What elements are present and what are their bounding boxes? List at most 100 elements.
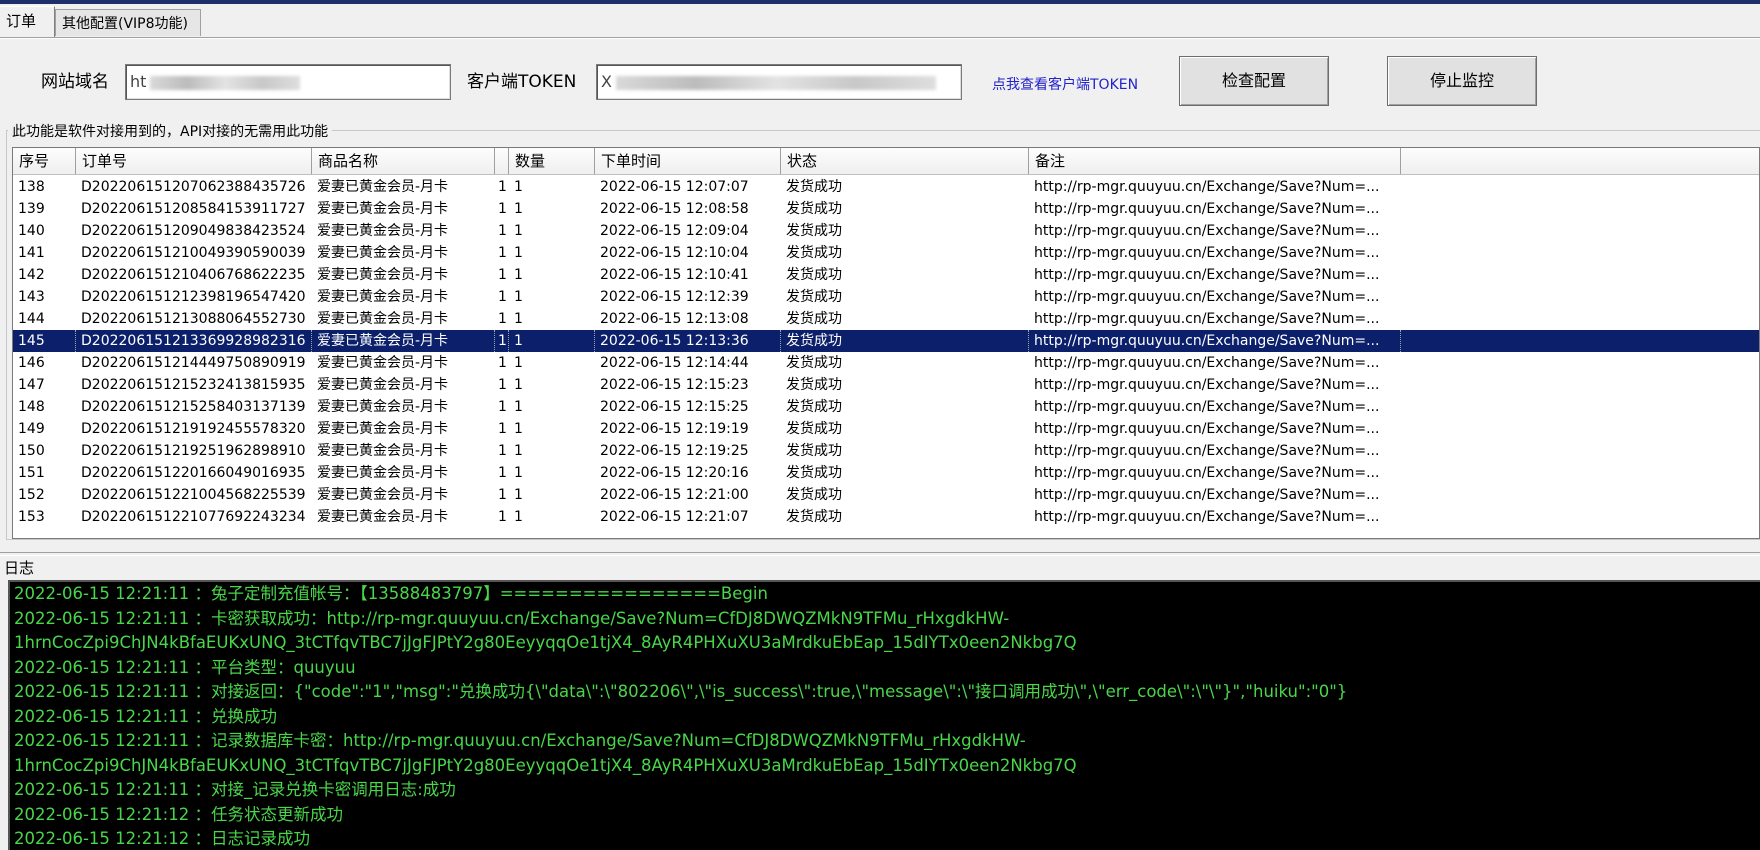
- redacted-mask: [150, 75, 301, 90]
- window-top-border: [0, 0, 1760, 4]
- table-cell: 发货成功: [786, 399, 842, 415]
- log-line: 2022-06-15 12:21:12 ：任务状态更新成功: [14, 804, 343, 824]
- table-cell: http://rp-mgr.quuyuu.cn/Exchange/Save?Nu…: [1034, 289, 1380, 305]
- table-cell: 发货成功: [786, 289, 842, 305]
- table-cell: 1: [514, 179, 523, 195]
- table-cell: 发货成功: [786, 487, 842, 503]
- table-cell: 1: [498, 355, 507, 371]
- table-row[interactable]: 149 D20220615121919245557832​0 爱妻已黄金会员-月卡 1…: [13, 418, 1759, 440]
- table-cell: D20220615121925196289891​0: [81, 443, 306, 459]
- log-line: 2022-06-15 12:21:11 ：记录数据库卡密：http://rp-m…: [14, 731, 1026, 750]
- table-cell: 2022-06-15 12:20:16: [600, 465, 749, 481]
- table-cell: 1: [498, 487, 507, 503]
- table-cell: 1: [514, 223, 523, 239]
- table-cell: 2022-06-15 12:15:23: [600, 377, 749, 393]
- table-cell: D20220615121336992898231​6: [76, 330, 312, 352]
- domain-label: 网站域名: [41, 72, 109, 92]
- column-header-remark[interactable]: 备注: [1029, 148, 1401, 174]
- table-cell: 139: [18, 201, 45, 217]
- column-header-seq[interactable]: 序号: [13, 148, 76, 174]
- table-row[interactable]: 144 D20220615121308806455273​0 爱妻已黄金会员-月卡 1…: [13, 308, 1759, 330]
- table-cell: 爱妻已黄金会员-月卡: [317, 509, 449, 525]
- table-row[interactable]: 151 D20220615122016604901693​5 爱妻已黄金会员-月卡 1…: [13, 462, 1759, 484]
- table-row[interactable]: 150 D20220615121925196289891​0 爱妻已黄金会员-月卡 1…: [13, 440, 1759, 462]
- table-row[interactable]: 145 D20220615121336992898231​6 爱妻已黄金会员-月卡 1…: [13, 330, 1759, 352]
- table-row[interactable]: 148 D20220615121525840313713​9 爱妻已黄金会员-月卡 1…: [13, 396, 1759, 418]
- table-cell: 爱妻已黄金会员-月卡: [317, 487, 449, 503]
- table-row[interactable]: 142 D20220615121040676862223​5 爱妻已黄金会员-月卡 1…: [13, 264, 1759, 286]
- table-cell: D20220615122016604901693​5: [81, 465, 306, 481]
- table-cell: 2022-06-15 12:13:08: [600, 311, 749, 327]
- table-cell: D20220615121444975089091​9: [81, 355, 306, 371]
- table-cell: 1: [498, 245, 507, 261]
- table-cell: 2022-06-15 12:07:07: [600, 179, 749, 195]
- table-cell: http://rp-mgr.quuyuu.cn/Exchange/Save?Nu…: [1029, 330, 1401, 352]
- check-config-button[interactable]: 检查配置: [1179, 56, 1329, 106]
- table-cell: D20220615122100456822553​9: [81, 487, 306, 503]
- table-cell: 1: [498, 509, 507, 525]
- column-header-time[interactable]: 下单时间: [595, 148, 781, 174]
- table-row[interactable]: 141 D20220615121004939059003​9 爱妻已黄金会员-月卡 1…: [13, 242, 1759, 264]
- domain-input[interactable]: ht: [125, 64, 451, 100]
- table-cell: 爱妻已黄金会员-月卡: [317, 179, 449, 195]
- table-row[interactable]: 147 D20220615121523241381593​5 爱妻已黄金会员-月卡 1…: [13, 374, 1759, 396]
- table-cell: 2022-06-15 12:08:58: [600, 201, 749, 217]
- table-cell: 发货成功: [786, 421, 842, 437]
- column-header-product[interactable]: 商品名称: [312, 148, 495, 174]
- table-cell: 1: [498, 399, 507, 415]
- table-cell: 发货成功: [786, 509, 842, 525]
- table-cell: http://rp-mgr.quuyuu.cn/Exchange/Save?Nu…: [1034, 311, 1380, 327]
- table-cell: http://rp-mgr.quuyuu.cn/Exchange/Save?Nu…: [1034, 487, 1380, 503]
- log-line: 2022-06-15 12:21:11 ：对接_记录兑换卡密调用日志:成功: [14, 780, 456, 799]
- table-cell: 爱妻已黄金会员-月卡: [317, 267, 449, 283]
- table-row[interactable]: 146 D20220615121444975089091​9 爱妻已黄金会员-月卡 1…: [13, 352, 1759, 374]
- table-cell: http://rp-mgr.quuyuu.cn/Exchange/Save?Nu…: [1034, 245, 1380, 261]
- table-row[interactable]: 152 D20220615122100456822553​9 爱妻已黄金会员-月卡 1…: [13, 484, 1759, 506]
- table-cell: 1: [514, 509, 523, 525]
- table-cell: 152: [18, 487, 45, 503]
- tab-other-config[interactable]: 其他配置(VIP8功能): [55, 9, 201, 36]
- view-token-link[interactable]: 点我查看客户端TOKEN: [992, 74, 1138, 94]
- table-cell: 2022-06-15 12:13:36: [595, 330, 781, 352]
- table-cell: 1: [498, 179, 507, 195]
- table-cell: 爱妻已黄金会员-月卡: [317, 421, 449, 437]
- table-row[interactable]: 143 D20220615121239819654742​0 爱妻已黄金会员-月卡 1…: [13, 286, 1759, 308]
- table-cell: 2022-06-15 12:15:25: [600, 399, 749, 415]
- token-input[interactable]: X: [596, 64, 962, 100]
- table-cell: 143: [18, 289, 45, 305]
- table-cell: http://rp-mgr.quuyuu.cn/Exchange/Save?Nu…: [1034, 355, 1380, 371]
- config-panel: 网站域名 ht 客户端TOKEN X 点我查看客户端TOKEN 检查配置 停止监…: [0, 44, 1760, 124]
- table-cell: http://rp-mgr.quuyuu.cn/Exchange/Save?Nu…: [1034, 267, 1380, 283]
- table-cell: 145: [13, 330, 76, 352]
- stop-monitor-button[interactable]: 停止监控: [1387, 56, 1537, 106]
- table-cell: 1: [514, 377, 523, 393]
- table-cell: 爱妻已黄金会员-月卡: [317, 201, 449, 217]
- token-label: 客户端TOKEN: [467, 72, 577, 92]
- table-row[interactable]: 153 D20220615122107769224323​4 爱妻已黄金会员-月卡 1…: [13, 506, 1759, 528]
- column-header-order-no[interactable]: 订单号: [76, 148, 312, 174]
- table-row[interactable]: 139 D20220615120858415391172​7 爱妻已黄金会员-月卡 1…: [13, 198, 1759, 220]
- table-cell: D20220615121308806455273​0: [81, 311, 306, 327]
- table-row[interactable]: 138 D20220615120706238843572​6 爱妻已黄金会员-月卡 1…: [13, 176, 1759, 198]
- table-cell: 138: [18, 179, 45, 195]
- table-cell: 140: [18, 223, 45, 239]
- column-header-filler: [1401, 148, 1759, 174]
- tab-orders[interactable]: 订单: [0, 6, 55, 38]
- table-cell: 1: [498, 267, 507, 283]
- table-row[interactable]: 140 D20220615120904983842352​4 爱妻已黄金会员-月卡 1…: [13, 220, 1759, 242]
- table-cell: 发货成功: [786, 245, 842, 261]
- table-cell: 146: [18, 355, 45, 371]
- table-cell: 发货成功: [781, 330, 1029, 352]
- orders-table[interactable]: 序号 订单号 商品名称 数量 下单时间 状态 备注 138 D2022061512…: [12, 147, 1760, 539]
- table-cell: 1: [498, 465, 507, 481]
- table-cell: D20220615122107769224323​4: [81, 509, 306, 525]
- column-header-qty[interactable]: 数量: [509, 148, 595, 174]
- table-cell: D20220615121040676862223​5: [81, 267, 306, 283]
- table-cell: 发货成功: [786, 311, 842, 327]
- column-header-status[interactable]: 状态: [781, 148, 1029, 174]
- log-console[interactable]: 2022-06-15 12:21:11 ：兔子定制充值帐号：【135884837…: [8, 580, 1760, 850]
- table-cell: 1: [498, 421, 507, 437]
- table-cell: 2022-06-15 12:21:00: [600, 487, 749, 503]
- table-cell: 1: [509, 330, 595, 352]
- column-header-blank[interactable]: [495, 148, 509, 174]
